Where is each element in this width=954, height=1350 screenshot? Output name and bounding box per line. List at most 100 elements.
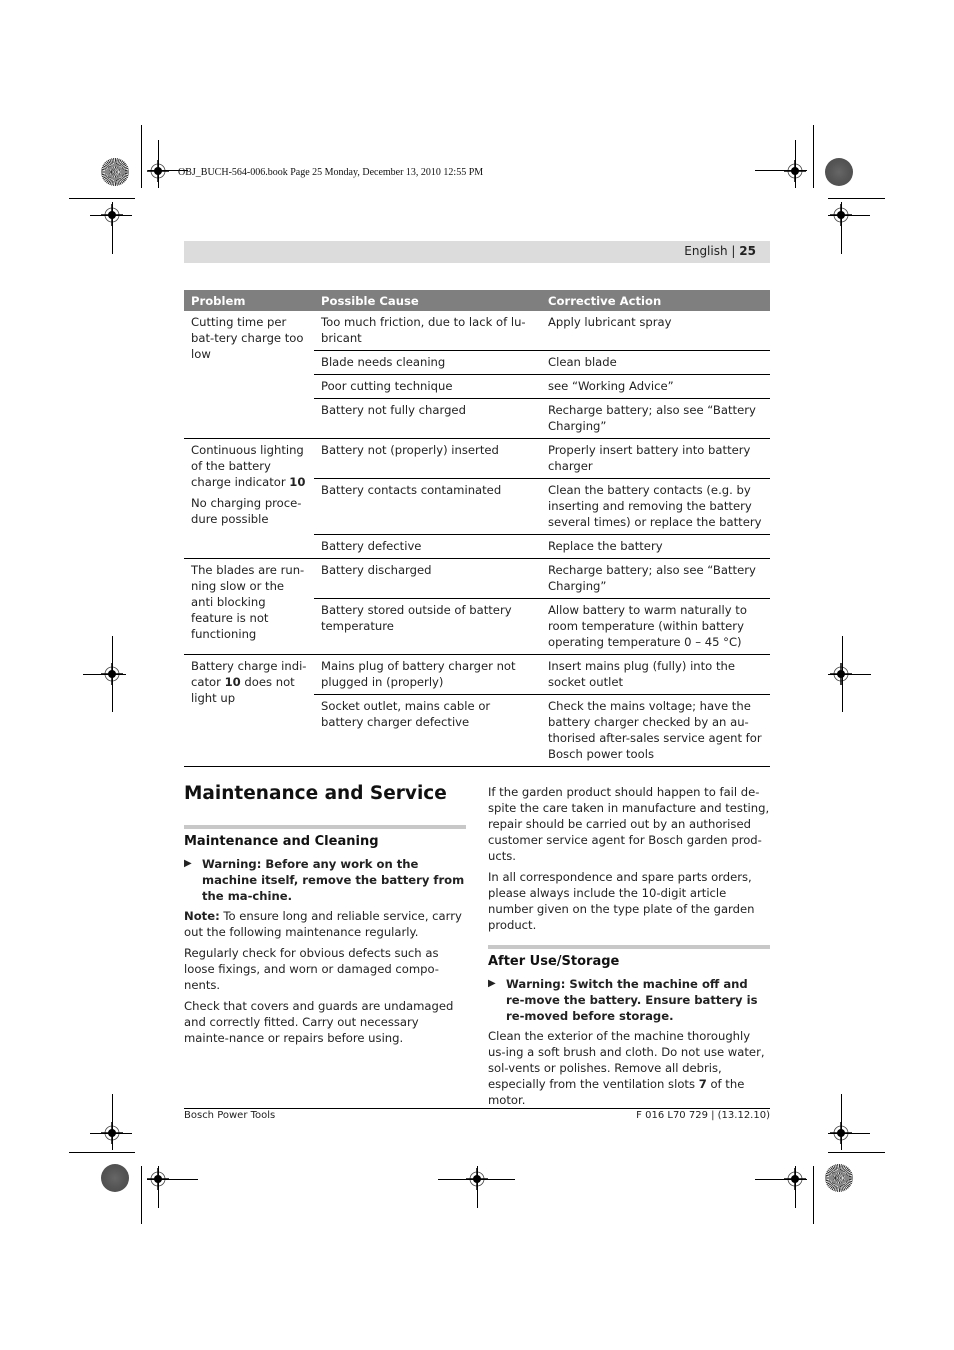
crop-mark xyxy=(141,125,142,188)
problem-cell: Cutting time per bat-tery charge too low xyxy=(184,311,314,439)
header-separator: | xyxy=(731,244,736,258)
subsection-rule xyxy=(488,945,770,949)
crop-mark xyxy=(158,140,159,188)
paragraph: In all correspondence and spare parts or… xyxy=(488,870,755,932)
component-ref: 10 xyxy=(289,475,306,489)
action-cell: Properly insert battery into battery cha… xyxy=(541,438,770,479)
language-label: English xyxy=(684,244,728,258)
action-cell: Check the mains voltage; have the batter… xyxy=(541,694,770,767)
component-ref: 7 xyxy=(698,1077,707,1091)
action-cell: Allow battery to warm naturally to room … xyxy=(541,598,770,655)
crop-mark xyxy=(813,125,814,188)
problem-text: Cutting time per bat-tery charge too low xyxy=(191,315,304,361)
problem-cell: The blades are run-ning slow or the anti… xyxy=(184,558,314,655)
warning-item: ▶ Warning: Switch the machine off and re… xyxy=(488,976,770,1024)
table-row: The blades are run-ning slow or the anti… xyxy=(184,558,770,655)
crop-mark xyxy=(813,1166,814,1224)
crop-mark xyxy=(112,202,113,254)
crop-mark xyxy=(828,674,871,675)
right-column: If the garden product should happen to f… xyxy=(488,784,770,1113)
action-cell: Insert mains plug (fully) into the socke… xyxy=(541,654,770,695)
action-cell: see “Working Advice” xyxy=(541,374,770,399)
cause-cell: Battery contacts contaminated xyxy=(314,478,541,535)
note-text: To ensure long and reliable service, car… xyxy=(184,909,462,939)
crop-mark xyxy=(828,1152,885,1153)
crop-mark xyxy=(828,215,870,216)
registration-disc-icon xyxy=(825,158,853,186)
subsection-rule xyxy=(184,825,466,829)
cause-cell: Battery not (properly) inserted xyxy=(314,438,541,479)
crop-mark xyxy=(841,202,842,254)
crop-mark xyxy=(69,1152,135,1153)
note-label: Note: xyxy=(184,909,220,923)
problem-text: No charging proce-dure possible xyxy=(191,496,302,526)
running-header: English | 25 xyxy=(184,241,770,263)
action-cell: Recharge battery; also see “Battery Char… xyxy=(541,398,770,439)
action-cell: Clean blade xyxy=(541,350,770,375)
troubleshooting-table: Problem Possible Cause Corrective Action… xyxy=(184,290,770,767)
paragraph: Check that covers and guards are undamag… xyxy=(184,999,454,1045)
crop-mark xyxy=(90,215,132,216)
footer-rule xyxy=(184,1108,770,1109)
crop-mark xyxy=(842,636,843,712)
problem-text: Continuous lighting of the battery charg… xyxy=(191,442,307,490)
crop-mark xyxy=(69,198,135,199)
cause-cell: Battery stored outside of battery temper… xyxy=(314,598,541,655)
problem-cell: Battery charge indi-cator 10 does not li… xyxy=(184,654,314,767)
page-number: 25 xyxy=(739,244,756,258)
table-row: Continuous lighting of the battery charg… xyxy=(184,438,770,559)
cause-cell: Blade needs cleaning xyxy=(314,350,541,375)
warning-bullet-icon: ▶ xyxy=(184,858,192,869)
crop-mark xyxy=(795,140,796,188)
component-ref: 10 xyxy=(224,675,241,689)
footer-doc-number: F 016 L70 729 | (13.12.10) xyxy=(636,1110,770,1121)
crop-mark xyxy=(90,1133,132,1134)
action-cell: Recharge battery; also see “Battery Char… xyxy=(541,558,770,599)
problem-text: Battery charge indi-cator 10 does not li… xyxy=(191,658,307,706)
problem-text: The blades are run-ning slow or the anti… xyxy=(191,563,305,641)
cause-cell: Poor cutting technique xyxy=(314,374,541,399)
crop-mark xyxy=(141,1166,142,1224)
crop-mark xyxy=(158,1166,159,1208)
note-paragraph: Note: To ensure long and reliable servic… xyxy=(184,908,466,940)
action-cell: Replace the battery xyxy=(541,534,770,559)
action-cell: Apply lubricant spray xyxy=(548,315,672,329)
table-header-row: Problem Possible Cause Corrective Action xyxy=(184,290,770,311)
crop-mark xyxy=(828,1133,870,1134)
cause-cell: Battery not fully charged xyxy=(314,398,541,439)
header-language: English | 25 xyxy=(684,244,756,258)
paragraph: Clean the exterior of the machine thorou… xyxy=(488,1028,770,1108)
table-row: Cutting time per bat-tery charge too low… xyxy=(184,311,770,361)
crop-mark xyxy=(828,198,885,199)
warning-text: Warning: Switch the machine off and re-m… xyxy=(506,977,758,1023)
cause-cell: Too much friction, due to lack of lu-bri… xyxy=(321,315,526,345)
warning-text: Warning: Before any work on the machine … xyxy=(202,857,465,903)
action-cell: Clean the battery contacts (e.g. by inse… xyxy=(541,478,770,535)
cause-cell: Battery defective xyxy=(314,534,541,559)
paragraph: Regularly check for obvious defects such… xyxy=(184,946,439,992)
crop-mark xyxy=(112,1094,113,1150)
crop-mark xyxy=(755,170,807,171)
problem-cell: Continuous lighting of the battery charg… xyxy=(184,438,314,559)
print-info: OBJ_BUCH-564-006.book Page 25 Monday, De… xyxy=(178,167,484,178)
left-column: Maintenance and Cleaning ▶ Warning: Befo… xyxy=(184,825,466,1051)
subsection-heading-cleaning: Maintenance and Cleaning xyxy=(184,834,379,849)
crop-mark xyxy=(841,1094,842,1150)
cause-cell: Socket outlet, mains cable or battery ch… xyxy=(314,694,541,767)
column-header-action: Corrective Action xyxy=(541,290,770,311)
footer-publisher: Bosch Power Tools xyxy=(184,1110,276,1121)
cause-cell: Mains plug of battery charger not plugge… xyxy=(314,654,541,695)
cause-cell: Battery discharged xyxy=(314,558,541,599)
crop-mark xyxy=(477,1166,478,1208)
warning-bullet-icon: ▶ xyxy=(488,978,496,989)
crop-mark xyxy=(112,636,113,712)
column-header-cause: Possible Cause xyxy=(314,290,541,311)
crop-mark xyxy=(795,1166,796,1208)
registration-disc-icon xyxy=(825,1164,853,1192)
column-header-problem: Problem xyxy=(184,290,314,311)
section-title: Maintenance and Service xyxy=(184,783,447,804)
crop-mark xyxy=(83,674,126,675)
problem-text-main: Continuous lighting of the battery charg… xyxy=(191,443,304,489)
registration-disc-icon xyxy=(101,158,129,186)
crop-mark xyxy=(147,1179,198,1180)
